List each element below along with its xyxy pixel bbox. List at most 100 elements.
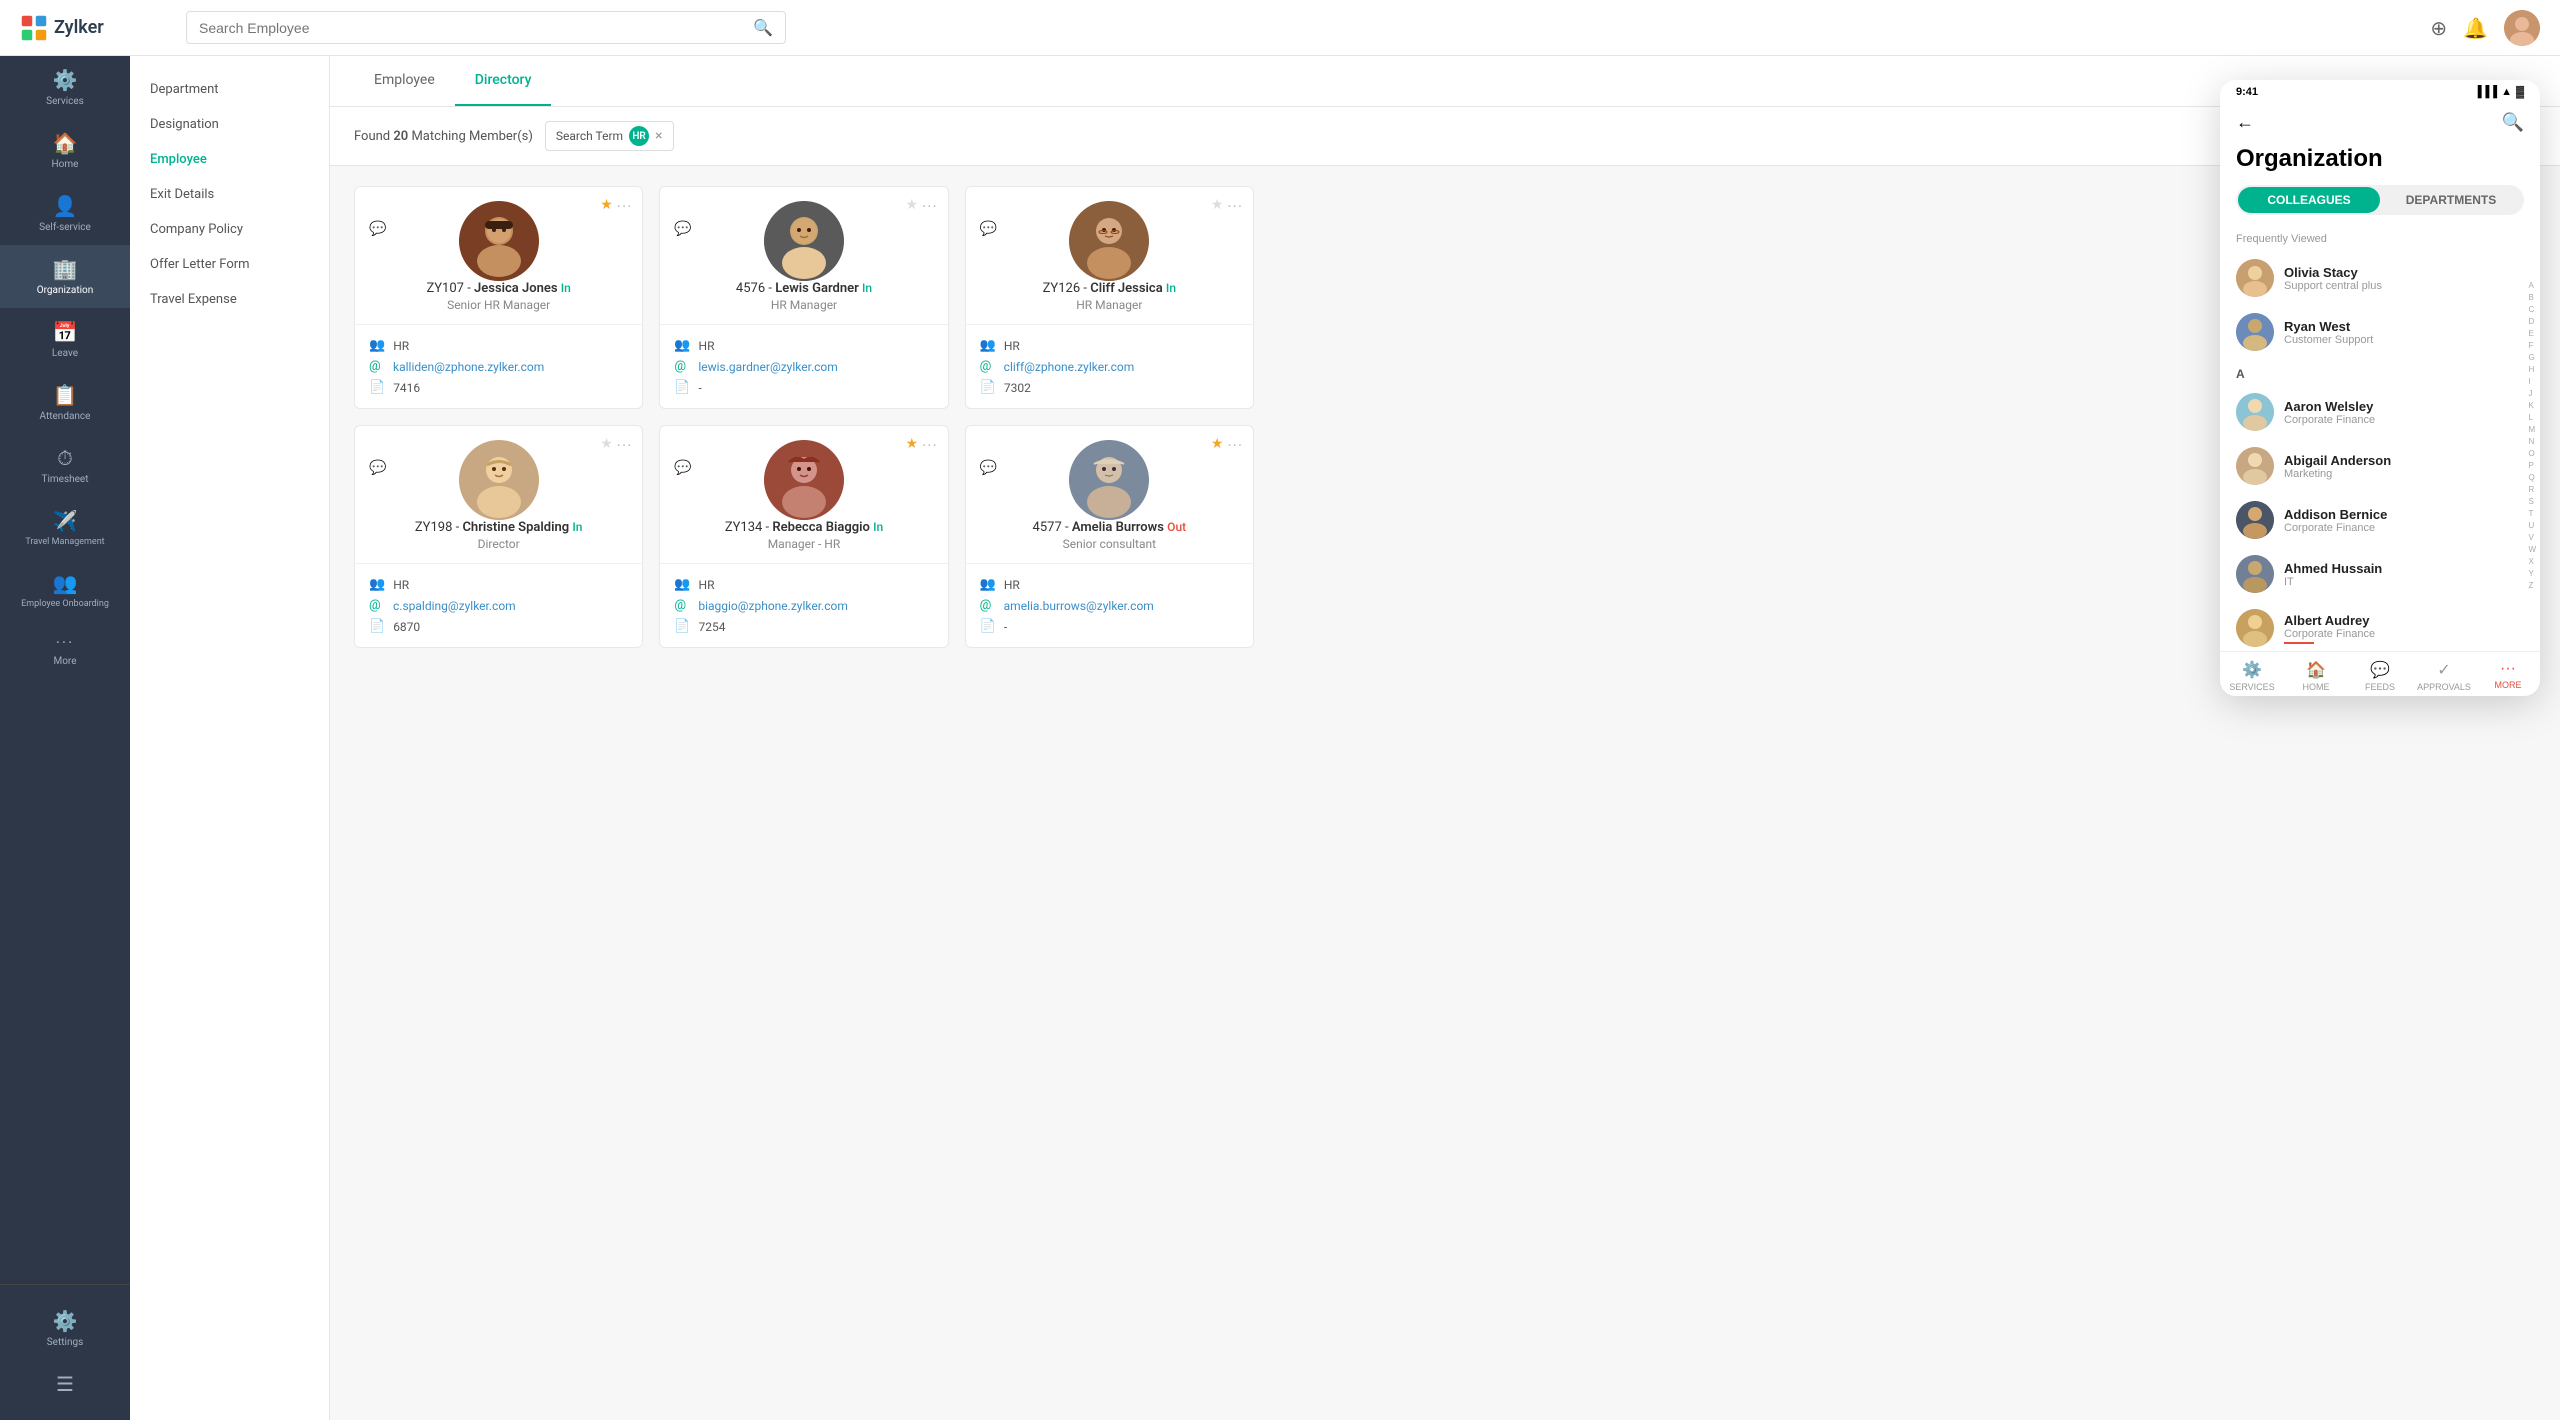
- email-link-jessica[interactable]: kalliden@zphone.zylker.com: [393, 360, 544, 374]
- star-jessica[interactable]: ★: [600, 197, 613, 216]
- submenu-item-travel-expense[interactable]: Travel Expense: [130, 282, 329, 317]
- alpha-I[interactable]: I: [2528, 376, 2536, 388]
- mobile-nav-more[interactable]: ··· MORE: [2476, 660, 2540, 692]
- mobile-nav-feeds[interactable]: 💬 FEEDS: [2348, 660, 2412, 692]
- star-lewis[interactable]: ★: [906, 197, 919, 216]
- sidebar-item-attendance[interactable]: 📋 Attendance: [0, 371, 130, 434]
- chat-cliff[interactable]: 💬: [980, 221, 997, 237]
- mobile-list-item-ahmed[interactable]: Ahmed Hussain IT: [2220, 547, 2540, 601]
- email-link-christine[interactable]: c.spalding@zylker.com: [393, 599, 516, 613]
- alpha-V[interactable]: V: [2528, 532, 2536, 544]
- alpha-X[interactable]: X: [2528, 556, 2536, 568]
- alpha-W[interactable]: W: [2528, 544, 2536, 556]
- search-tag[interactable]: Search Term HR ×: [545, 121, 674, 151]
- employee-card-christine-spalding[interactable]: ★ ··· 💬: [354, 425, 643, 648]
- sidebar-item-timesheet[interactable]: ⏱ Timesheet: [0, 434, 130, 497]
- sidebar-item-self-service[interactable]: 👤 Self-service: [0, 182, 130, 245]
- alpha-Z[interactable]: Z: [2528, 580, 2536, 592]
- sidebar-item-organization[interactable]: 🏢 Organization: [0, 245, 130, 308]
- sidebar-item-emp-onboarding[interactable]: 👥 Employee Onboarding: [0, 559, 130, 621]
- mobile-list-item-albert[interactable]: Albert Audrey Corporate Finance: [2220, 601, 2540, 651]
- alpha-M[interactable]: M: [2528, 424, 2536, 436]
- submenu-item-department[interactable]: Department: [130, 72, 329, 107]
- alpha-A[interactable]: A: [2528, 280, 2536, 292]
- submenu-item-employee[interactable]: Employee: [130, 142, 329, 177]
- star-amelia[interactable]: ★: [1211, 436, 1224, 455]
- sidebar-item-menu[interactable]: ☰: [0, 1360, 130, 1408]
- sidebar-item-leave[interactable]: 📅 Leave: [0, 308, 130, 371]
- submenu-item-offer-letter[interactable]: Offer Letter Form: [130, 247, 329, 282]
- mobile-back-button[interactable]: ←: [2236, 112, 2254, 133]
- mobile-list-item-olivia[interactable]: Olivia Stacy Support central plus: [2220, 251, 2540, 305]
- notifications-icon[interactable]: 🔔: [2463, 16, 2488, 40]
- alpha-J[interactable]: J: [2528, 388, 2536, 400]
- submenu-item-company-policy[interactable]: Company Policy: [130, 212, 329, 247]
- mobile-list-item-aaron[interactable]: Aaron Welsley Corporate Finance: [2220, 385, 2540, 439]
- mobile-list-item-addison[interactable]: Addison Bernice Corporate Finance: [2220, 493, 2540, 547]
- sidebar-item-services[interactable]: ⚙️ Services: [0, 56, 130, 119]
- mobile-nav-home[interactable]: 🏠 HOME: [2284, 660, 2348, 692]
- alpha-R[interactable]: R: [2528, 484, 2536, 496]
- alpha-O[interactable]: O: [2528, 448, 2536, 460]
- email-link-amelia[interactable]: amelia.burrows@zylker.com: [1004, 599, 1154, 613]
- alpha-S[interactable]: S: [2528, 496, 2536, 508]
- email-link-cliff[interactable]: cliff@zphone.zylker.com: [1004, 360, 1135, 374]
- search-icon[interactable]: 🔍: [753, 18, 773, 37]
- chat-jessica[interactable]: 💬: [369, 221, 386, 237]
- mobile-list-item-ryan[interactable]: Ryan West Customer Support: [2220, 305, 2540, 359]
- alpha-H[interactable]: H: [2528, 364, 2536, 376]
- employee-card-cliff-jessica[interactable]: ★ ··· 💬: [965, 186, 1254, 409]
- employee-card-lewis-gardner[interactable]: ★ ··· 💬: [659, 186, 948, 409]
- alpha-Q[interactable]: Q: [2528, 472, 2536, 484]
- mobile-list-item-abigail[interactable]: Abigail Anderson Marketing: [2220, 439, 2540, 493]
- alpha-K[interactable]: K: [2528, 400, 2536, 412]
- alpha-C[interactable]: C: [2528, 304, 2536, 316]
- more-cliff[interactable]: ···: [1227, 197, 1243, 216]
- more-christine[interactable]: ···: [617, 436, 633, 455]
- add-icon[interactable]: ⊕: [2430, 16, 2447, 40]
- alpha-Y[interactable]: Y: [2528, 568, 2536, 580]
- mobile-toggle-departments[interactable]: DEPARTMENTS: [2380, 187, 2522, 213]
- sidebar-item-more[interactable]: ··· More: [0, 621, 130, 679]
- search-input[interactable]: [199, 20, 753, 36]
- search-tag-close[interactable]: ×: [655, 128, 662, 144]
- sidebar-item-travel-mgmt[interactable]: ✈️ Travel Management: [0, 497, 130, 559]
- alpha-L[interactable]: L: [2528, 412, 2536, 424]
- mobile-nav-approvals[interactable]: ✓ APPROVALS: [2412, 660, 2476, 692]
- star-christine[interactable]: ★: [600, 436, 613, 455]
- email-link-rebecca[interactable]: biaggio@zphone.zylker.com: [698, 599, 848, 613]
- employee-card-jessica-jones[interactable]: ★ ··· 💬: [354, 186, 643, 409]
- search-bar[interactable]: 🔍: [186, 11, 786, 44]
- alpha-G[interactable]: G: [2528, 352, 2536, 364]
- more-rebecca[interactable]: ···: [922, 436, 938, 455]
- star-cliff[interactable]: ★: [1211, 197, 1224, 216]
- alpha-N[interactable]: N: [2528, 436, 2536, 448]
- chat-lewis[interactable]: 💬: [674, 221, 691, 237]
- email-link-lewis[interactable]: lewis.gardner@zylker.com: [698, 360, 837, 374]
- more-lewis[interactable]: ···: [922, 197, 938, 216]
- alpha-F[interactable]: F: [2528, 340, 2536, 352]
- submenu-item-designation[interactable]: Designation: [130, 107, 329, 142]
- mobile-nav-services[interactable]: ⚙️ SERVICES: [2220, 660, 2284, 692]
- star-rebecca[interactable]: ★: [906, 436, 919, 455]
- chat-christine[interactable]: 💬: [369, 460, 386, 476]
- alpha-B[interactable]: B: [2528, 292, 2536, 304]
- chat-amelia[interactable]: 💬: [980, 460, 997, 476]
- alpha-D[interactable]: D: [2528, 316, 2536, 328]
- more-jessica[interactable]: ···: [617, 197, 633, 216]
- alpha-P[interactable]: P: [2528, 460, 2536, 472]
- tab-directory[interactable]: Directory: [455, 56, 552, 106]
- alpha-U[interactable]: U: [2528, 520, 2536, 532]
- tab-employee[interactable]: Employee: [354, 56, 455, 106]
- user-avatar[interactable]: [2504, 10, 2540, 46]
- more-amelia[interactable]: ···: [1227, 436, 1243, 455]
- employee-card-rebecca-biaggio[interactable]: ★ ··· 💬: [659, 425, 948, 648]
- employee-card-amelia-burrows[interactable]: ★ ··· 💬: [965, 425, 1254, 648]
- mobile-toggle-colleagues[interactable]: COLLEAGUES: [2238, 187, 2380, 213]
- sidebar-item-settings[interactable]: ⚙️ Settings: [0, 1297, 130, 1360]
- mobile-search-icon[interactable]: 🔍: [2502, 112, 2524, 133]
- alpha-T[interactable]: T: [2528, 508, 2536, 520]
- submenu-item-exit-details[interactable]: Exit Details: [130, 177, 329, 212]
- sidebar-item-home[interactable]: 🏠 Home: [0, 119, 130, 182]
- chat-rebecca[interactable]: 💬: [674, 460, 691, 476]
